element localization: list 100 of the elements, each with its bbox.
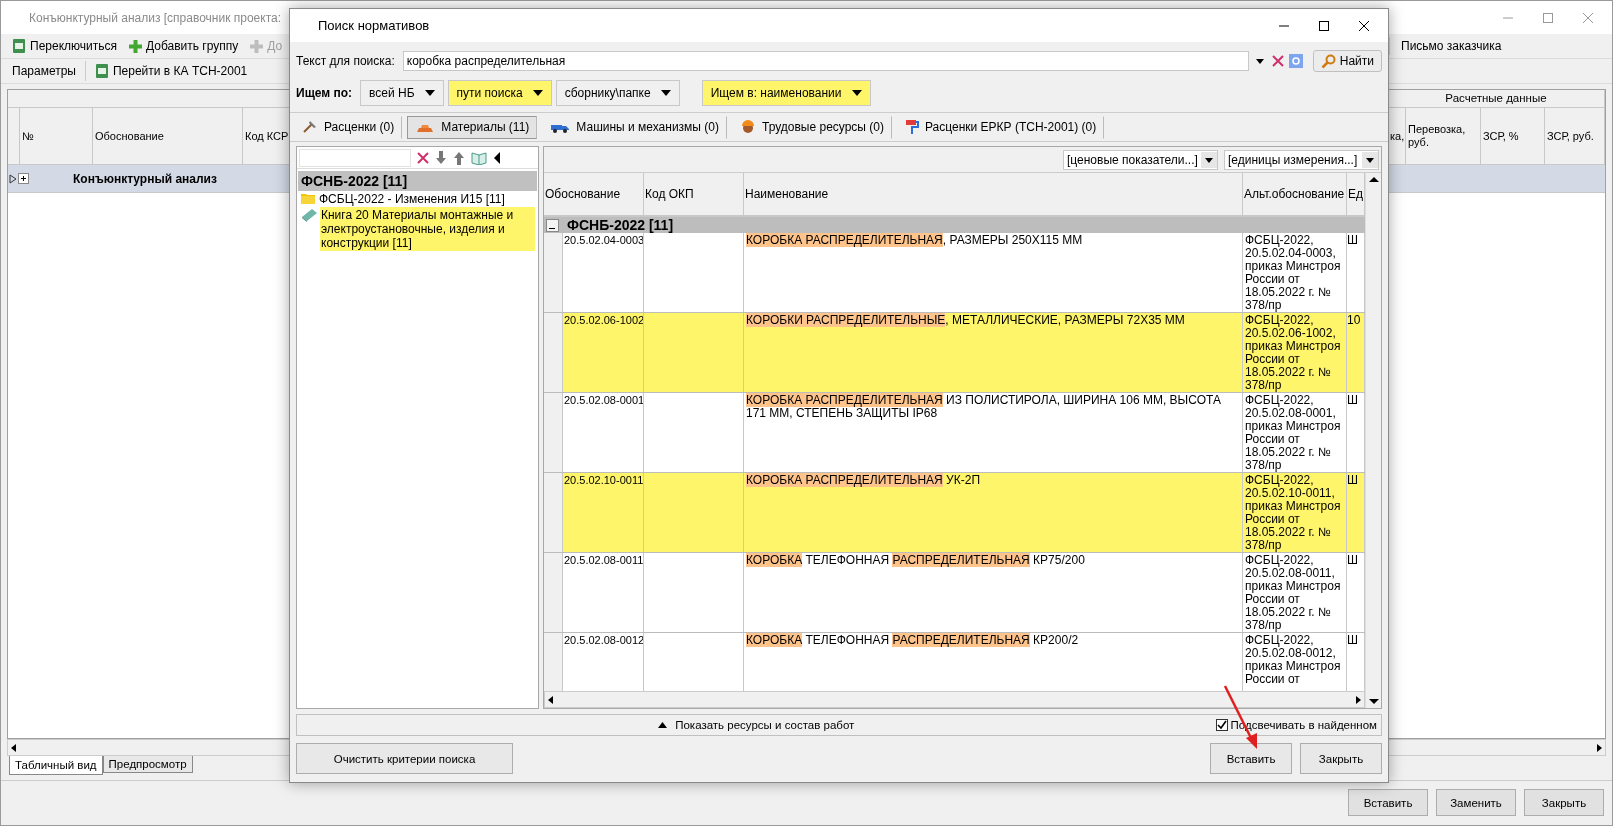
result-row[interactable]: 20.5.02.08-0001 КОРОБКА РАСПРЕДЕЛИТЕЛЬНАЯ ИЗ ПОЛИСТИРОЛА, ШИРИНА 106 ММ, ВЫСОТА 171 ММ, СТЕПЕНЬ ЗАЩИТЫ IP68 ФСБЦ-2022, 20.5.02.08-0001, приказ Минстроя России от 18.05.2022 г. № 378/пр Ш [544,393,1365,473]
horizontal-scrollbar[interactable] [544,691,1365,708]
triangle-up-icon [658,722,668,728]
category-tab[interactable]: Трудовые ресурсы (0) [732,115,892,139]
book-icon [300,207,318,223]
column-header[interactable]: Альт.обоснование [1243,173,1347,215]
document-icon [12,38,26,54]
clear-icon[interactable] [1270,54,1285,68]
filter-dropdown[interactable]: сборнику\папке [555,80,680,106]
category-tab[interactable]: Материалы (11) [407,115,538,139]
group-row[interactable]: ФСНБ-2022 [11] [544,217,1365,233]
window-button[interactable]: Вставить [1348,789,1428,816]
table-cell: 20.5.02.08-0001 [563,393,644,472]
row-indicator-icon [8,173,18,184]
caret-icon [532,90,543,96]
insert-button[interactable]: Вставить [1210,743,1292,774]
table-cell: КОРОБКА РАСПРЕДЕЛИТЕЛЬНАЯ УК-2П [744,473,1243,552]
document-icon [94,63,109,79]
group-label: ФСНБ-2022 [11] [567,217,674,233]
category-tab[interactable]: Расценки (0) [294,115,403,139]
result-row[interactable]: 20.5.02.04-0003 КОРОБКА РАСПРЕДЕЛИТЕЛЬНАЯ, РАЗМЕРЫ 250Х115 ММ ФСБЦ-2022, 20.5.02.04-0003, приказ Минстроя России от 18.05.2022 г. № 378/пр Ш [544,233,1365,313]
toolbar-button[interactable]: Перейти в КА ТСН-2001 [91,61,251,81]
table-cell: КОРОБКА ТЕЛЕФОННАЯ РАСПРЕДЕЛИТЕЛЬНАЯ КР75/200 [744,553,1243,632]
table-cell: ФСБЦ-2022, 20.5.02.08-0011, приказ Минстроя России от 18.05.2022 г. № 378/пр [1243,553,1347,632]
arrow-down-icon[interactable] [435,150,447,165]
table-cell: КОРОБКА РАСПРЕДЕЛИТЕЛЬНАЯ ИЗ ПОЛИСТИРОЛА, ШИРИНА 106 ММ, ВЫСОТА 171 ММ, СТЕПЕНЬ ЗАЩИТЫ IP68 [744,393,1243,472]
column-header[interactable]: ЗСР, руб. [1545,108,1605,165]
column-header[interactable]: Код ОКП [644,173,744,215]
vertical-scrollbar[interactable] [1365,173,1381,708]
maximize-icon[interactable] [1318,19,1330,32]
clear-criteria-button[interactable]: Очистить критерии поиска [296,743,513,774]
arrow-up-icon[interactable] [453,150,465,165]
table-cell: 20.5.02.06-1002 [563,313,644,392]
column-filter-dropdown[interactable]: [ценовые показатели...] [1063,149,1218,170]
caret-icon [424,90,435,96]
group-row-label: Конъюнктурный анализ [73,171,217,186]
category-tab[interactable]: Машины и механизмы (0) [542,115,727,139]
find-button[interactable]: Найти [1312,50,1382,72]
table-cell: 20.5.02.10-0011 [563,473,644,552]
column-header[interactable]: Обоснование [93,108,243,165]
table-cell: 20.5.02.04-0003 [563,233,644,312]
search-field[interactable]: коробка распределительная [402,51,1249,71]
plus-icon [129,39,142,53]
close-icon[interactable] [1358,19,1370,32]
book-icon[interactable] [471,150,487,165]
dialog-title: Поиск нормативов [318,18,430,33]
plus-icon [250,39,264,53]
checkbox[interactable] [1215,719,1228,731]
table-cell: ФСБЦ-2022, 20.5.02.08-0001, приказ Минстроя России от 18.05.2022 г. № 378/пр [1243,393,1347,472]
window-title: Конъюнктурный анализ [справочник проекта: [29,10,282,25]
view-tab[interactable]: Табличный вид [9,756,103,775]
filter-dropdown[interactable]: пути поиска [447,80,552,106]
show-resources-button[interactable]: Показать ресурсы и состав работ [297,715,1216,735]
column-header[interactable]: ЗСР, % [1481,108,1545,165]
result-row[interactable]: 20.5.02.08-0012 КОРОБКА ТЕЛЕФОННАЯ РАСПРЕДЕЛИТЕЛЬНАЯ КР200/2 ФСБЦ-2022, 20.5.02.08-0012, приказ Минстроя России от Ш [544,633,1365,691]
result-row[interactable]: 20.5.02.08-0011 КОРОБКА ТЕЛЕФОННАЯ РАСПРЕДЕЛИТЕЛЬНАЯ КР75/200 ФСБЦ-2022, 20.5.02.08-0011, приказ Минстроя России от 18.05.2022 г. № 378/пр Ш [544,553,1365,633]
close-button[interactable]: Закрыть [1300,743,1382,774]
collapse-icon[interactable] [546,218,559,232]
window-button[interactable]: Закрыть [1524,789,1604,816]
column-header[interactable]: Перевозка, руб. [1406,108,1481,165]
filter-dropdown[interactable]: Ищем в: наименовании [701,80,871,106]
table-cell: ФСБЦ-2022, 20.5.02.10-0011, приказ Минстроя России от 18.05.2022 г. № 378/пр [1243,473,1347,552]
tree-item[interactable]: Книга 20 Материалы монтажные и электроустановочные, изделия и конструкции [11] [320,207,535,251]
worker-icon [740,119,756,135]
table-cell: ФСБЦ-2022, 20.5.02.06-1002, приказ Минстроя России от 18.05.2022 г. № 378/пр [1243,313,1347,392]
column-filter-dropdown[interactable]: [единицы измерения...] [1224,149,1379,170]
column-group-header: Расчетные данные [1388,90,1605,108]
table-cell: 20.5.02.08-0011 [563,553,644,632]
caret-icon [1362,151,1378,168]
toolbar-button[interactable]: Добавить группу [126,37,242,55]
folder-icon [300,191,316,205]
table-cell: КОРОБКИ РАСПРЕДЕЛИТЕЛЬНЫЕ, МЕТАЛЛИЧЕСКИЕ, РАЗМЕРЫ 72Х35 ММ [744,313,1243,392]
check-icon [1216,720,1227,730]
table-cell: КОРОБКА РАСПРЕДЕЛИТЕЛЬНАЯ, РАЗМЕРЫ 250Х115 ММ [744,233,1243,312]
result-row[interactable]: 20.5.02.06-1002 КОРОБКИ РАСПРЕДЕЛИТЕЛЬНЫЕ, МЕТАЛЛИЧЕСКИЕ, РАЗМЕРЫ 72Х35 ММ ФСБЦ-2022, 20.5.02.06-1002, приказ Минстроя России от 18.05.2022 г. № 378/пр 10 [544,313,1365,393]
tree-filter-field[interactable] [299,148,411,167]
view-tab[interactable]: Предпросмотр [102,756,193,773]
caret-icon [660,90,671,96]
paint-roller-icon [905,119,919,135]
search-label: Текст для поиска: [296,54,395,68]
toolbar-button[interactable]: Переключиться [9,36,120,56]
search-icon [1320,53,1336,69]
column-header[interactable]: Наименование [744,173,1243,215]
table-cell: ФСБЦ-2022, 20.5.02.04-0003, приказ Минстроя России от 18.05.2022 г. № 378/пр [1243,233,1347,312]
toolbar-button[interactable]: Письмо заказчика [1398,37,1505,55]
column-header[interactable]: Обоснование [544,173,644,215]
clear-icon[interactable] [417,151,429,164]
window-button[interactable]: Заменить [1436,789,1516,816]
column-header[interactable]: № [20,108,93,165]
result-row[interactable]: 20.5.02.10-0011 КОРОБКА РАСПРЕДЕЛИТЕЛЬНАЯ УК-2П ФСБЦ-2022, 20.5.02.10-0011, приказ Минстроя России от 18.05.2022 г. № 378/пр Ш [544,473,1365,553]
toolbar-button[interactable]: Параметры [9,62,79,80]
hammer-icon [302,120,318,134]
caret-icon [851,90,862,96]
tree-root-item[interactable]: ФСНБ-2022 [11] [298,171,537,191]
category-tab[interactable]: Расценки ЕРКР (ТСН-2001) (0) [897,115,1105,139]
row-indicator-cell [544,633,563,691]
filter-dropdown[interactable]: всей НБ [360,80,444,106]
expand-icon[interactable] [18,173,29,184]
tree-item[interactable]: ФСБЦ-2022 - Изменения И15 [11] [318,191,535,207]
collapse-panel-icon[interactable] [493,151,501,164]
